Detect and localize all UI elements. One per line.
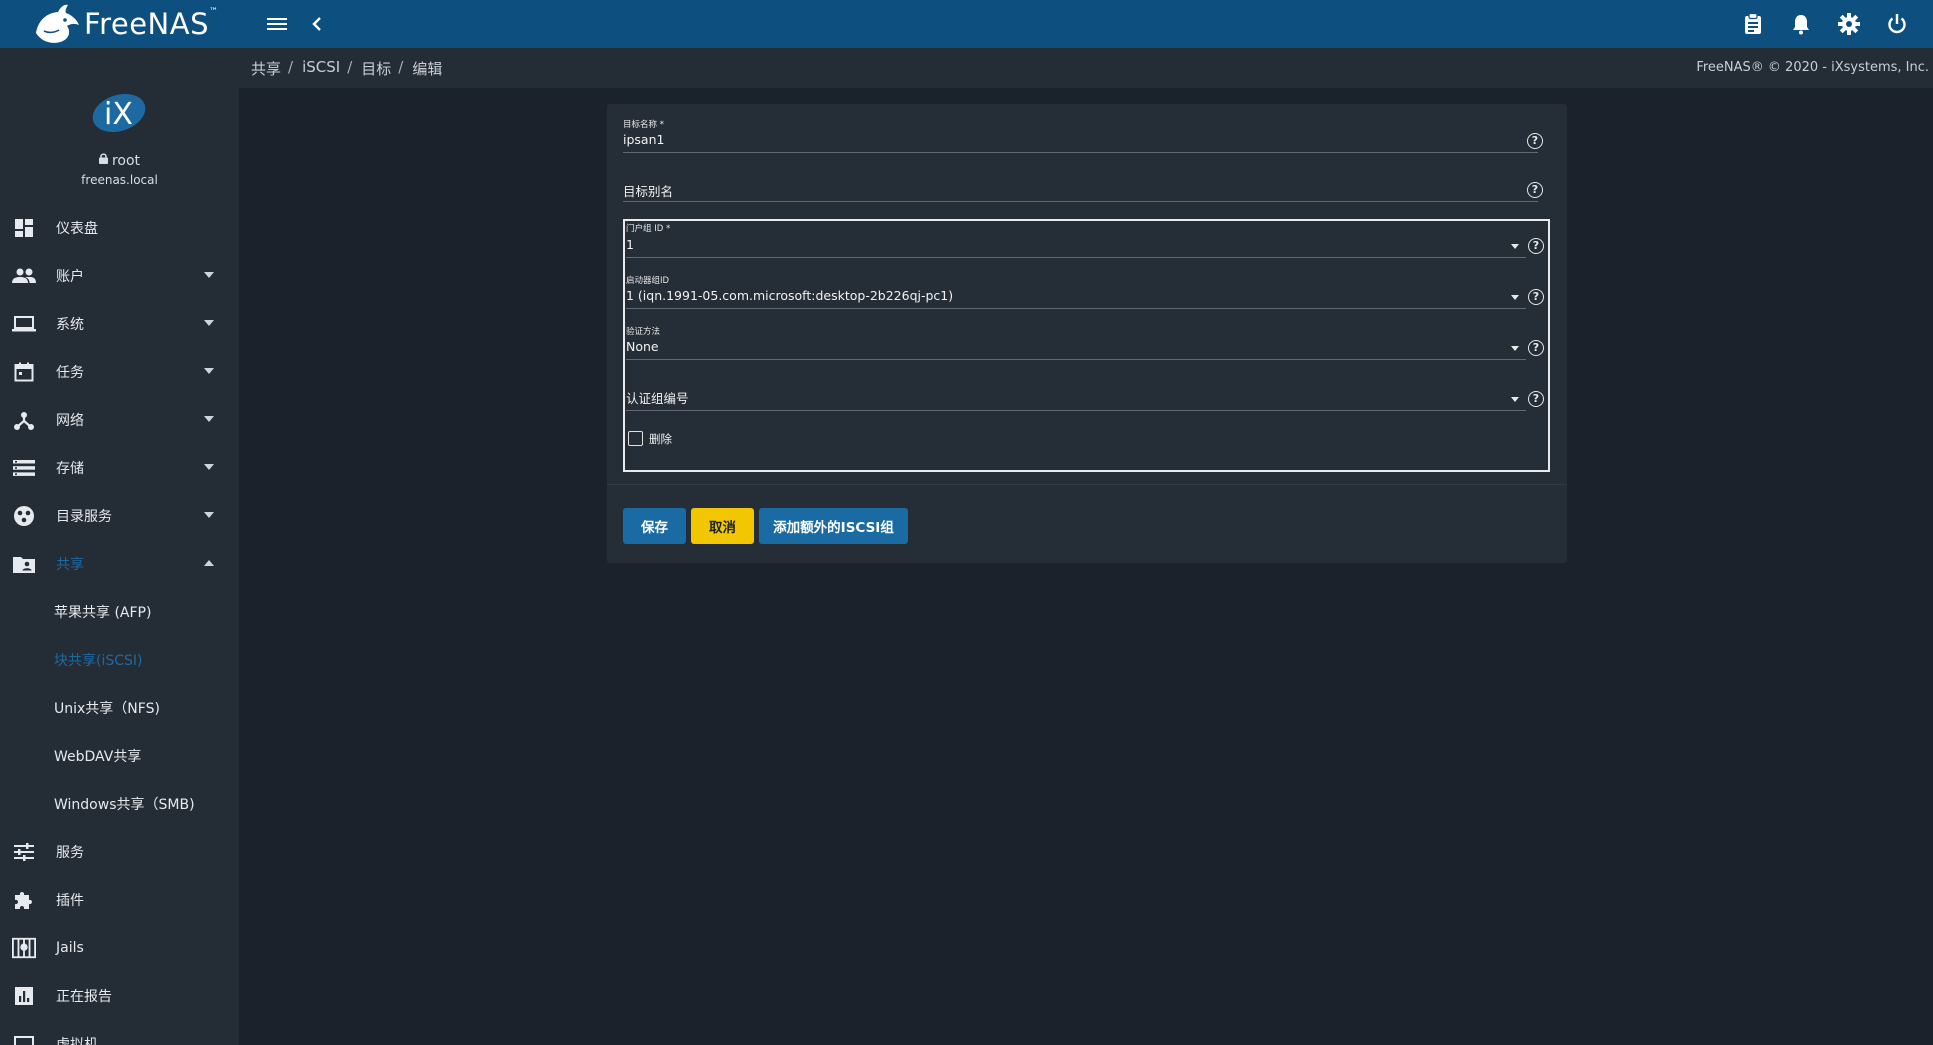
folder-shared-icon (12, 552, 36, 576)
sidebar-item-vm[interactable]: 虚拟机 (0, 1020, 239, 1045)
target-name-input[interactable]: ipsan1 (623, 132, 664, 147)
target-edit-form: 目标名称 * ipsan1 ? 目标别名 ? 门户组 ID * 1 ? 启动器组… (607, 104, 1567, 563)
auth-method-select[interactable]: None (626, 339, 659, 354)
sidebar-item-services[interactable]: 服务 (0, 828, 239, 876)
sidebar-item-jails[interactable]: Jails (0, 924, 239, 972)
avatar: iX (90, 88, 148, 136)
sidebar-item-storage[interactable]: 存储 (0, 444, 239, 492)
auth-method-help-icon[interactable]: ? (1528, 340, 1544, 356)
save-button[interactable]: 保存 (623, 508, 686, 544)
breadcrumb-item[interactable]: 目标 (361, 58, 391, 79)
target-alias-help-icon[interactable]: ? (1527, 182, 1543, 198)
auth-group-select[interactable]: 认证组编号 (626, 388, 689, 407)
storage-icon (12, 456, 36, 480)
chevron-down-icon (204, 464, 214, 470)
host-name: freenas.local (81, 173, 158, 187)
sidebar-item-network[interactable]: 网络 (0, 396, 239, 444)
chevron-down-icon[interactable] (1511, 244, 1519, 249)
chevron-down-icon[interactable] (1511, 295, 1519, 300)
shark-logo-icon (32, 3, 82, 45)
sidebar-subitem-webdav[interactable]: WebDAV共享 (0, 732, 239, 780)
chevron-down-icon[interactable] (1511, 397, 1519, 402)
portal-group-help-icon[interactable]: ? (1528, 238, 1544, 254)
copyright: FreeNAS® © 2020 - iXsystems, Inc. (1696, 60, 1929, 75)
top-bar: FreeNAS™ (0, 0, 1933, 48)
portal-group-label: 门户组 ID * (626, 224, 671, 234)
breadcrumb-item[interactable]: 共享 (251, 58, 281, 79)
power-icon[interactable] (1884, 12, 1910, 36)
chevron-down-icon (204, 416, 214, 422)
chevron-down-icon (204, 368, 214, 374)
directory-icon (12, 504, 36, 528)
sidebar-subitem-nfs[interactable]: Unix共享（NFS) (0, 684, 239, 732)
user-name: root (0, 152, 239, 169)
target-name-help-icon[interactable]: ? (1527, 133, 1543, 149)
clipboard-icon[interactable] (1740, 12, 1766, 36)
sidebar-item-plugins[interactable]: 插件 (0, 876, 239, 924)
sidebar-item-tasks[interactable]: 任务 (0, 348, 239, 396)
portal-group-select[interactable]: 1 (626, 237, 634, 252)
chart-icon (12, 984, 36, 1008)
delete-label: 删除 (649, 432, 672, 446)
target-alias-input[interactable]: 目标别名 (623, 181, 673, 200)
sidebar-subitem-afp[interactable]: 苹果共享 (AFP) (0, 588, 239, 636)
sidebar-item-accounts[interactable]: 账户 (0, 252, 239, 300)
chevron-down-icon (204, 512, 214, 518)
vm-icon (12, 1032, 36, 1045)
calendar-icon (12, 360, 36, 384)
chevron-down-icon (204, 320, 214, 326)
delete-checkbox[interactable] (628, 431, 643, 446)
breadcrumb-bar: 共享 / iSCSI / 目标 / 编辑 FreeNAS® © 2020 - iXsy… (239, 48, 1933, 88)
sidebar-item-system[interactable]: 系统 (0, 300, 239, 348)
dashboard-icon (12, 216, 36, 240)
sidebar-item-reporting[interactable]: 正在报告 (0, 972, 239, 1020)
svg-text:iX: iX (104, 97, 133, 132)
chevron-down-icon[interactable] (1511, 346, 1519, 351)
initiator-group-help-icon[interactable]: ? (1528, 289, 1544, 305)
laptop-icon (12, 312, 36, 336)
bell-icon[interactable] (1788, 12, 1814, 36)
lock-icon (98, 152, 108, 168)
chevron-up-icon (204, 560, 214, 566)
back-chevron-icon[interactable] (304, 12, 330, 36)
iscsi-group: 门户组 ID * 1 ? 启动器组ID 1 (iqn.1991-05.com.m… (623, 219, 1550, 472)
sidebar-subitem-smb[interactable]: Windows共享（SMB) (0, 780, 239, 828)
network-icon (12, 408, 36, 432)
cancel-button[interactable]: 取消 (691, 508, 754, 544)
initiator-group-label: 启动器组ID (626, 276, 670, 286)
sidebar-item-sharing[interactable]: 共享 (0, 540, 239, 588)
auth-method-label: 验证方法 (626, 327, 661, 337)
sidebar-subitem-iscsi[interactable]: 块共享(iSCSI) (0, 636, 239, 684)
sidebar-item-directory-services[interactable]: 目录服务 (0, 492, 239, 540)
breadcrumb-item[interactable]: iSCSI (302, 58, 340, 79)
people-icon (12, 264, 36, 288)
target-name-label: 目标名称 * (623, 120, 664, 130)
puzzle-icon (12, 888, 36, 912)
breadcrumb-current: 编辑 (412, 60, 443, 78)
jail-icon (12, 936, 36, 960)
tune-icon (12, 840, 36, 864)
menu-icon[interactable] (264, 12, 290, 36)
chevron-down-icon (204, 272, 214, 278)
initiator-group-select[interactable]: 1 (iqn.1991-05.com.microsoft:desktop-2b2… (626, 288, 953, 303)
gear-icon[interactable] (1836, 12, 1862, 36)
freenas-logo[interactable]: FreeNAS™ (32, 3, 218, 45)
sidebar-item-dashboard[interactable]: 仪表盘 (0, 204, 239, 252)
logo-text: FreeNAS™ (84, 7, 219, 41)
add-iscsi-group-button[interactable]: 添加额外的ISCSI组 (759, 508, 908, 544)
auth-group-help-icon[interactable]: ? (1528, 391, 1544, 407)
sidebar: iX root freenas.local 仪表盘 账户 系统 任务 网络 存储 (0, 48, 239, 1045)
breadcrumb: 共享 / iSCSI / 目标 / 编辑 (251, 58, 443, 79)
